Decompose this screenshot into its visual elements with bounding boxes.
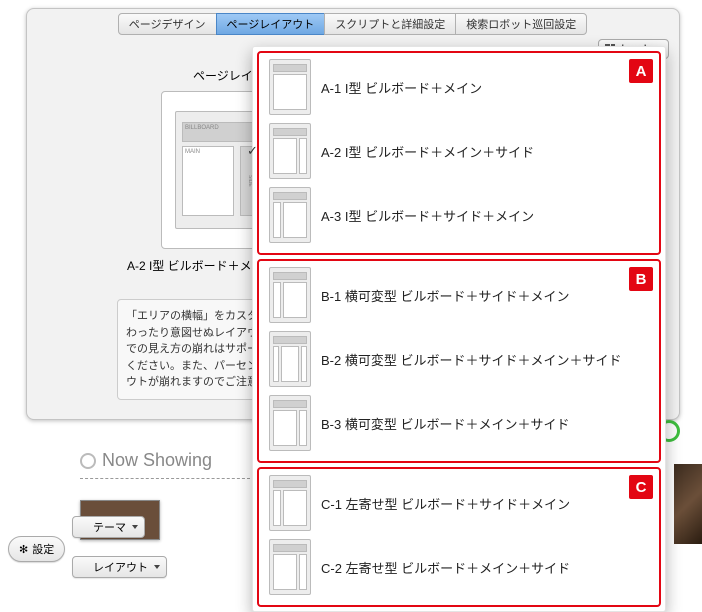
layout-option[interactable]: A-3 I型 ビルボード＋サイド＋メイン	[263, 183, 655, 247]
checkmark-icon: ✓	[247, 143, 258, 159]
layout-dropdown: AA-1 I型 ビルボード＋メイン✓A-2 I型 ビルボード＋メイン＋サイドA-…	[252, 46, 666, 612]
option-label: B-3 横可変型 ビルボード＋メイン＋サイド	[321, 414, 569, 433]
tab-script[interactable]: スクリプトと詳細設定	[324, 13, 456, 35]
theme-button[interactable]: テーマ	[72, 516, 145, 538]
settings-button[interactable]: ✻ 設定	[8, 536, 65, 562]
main-area: MAIN	[182, 146, 234, 216]
layout-option[interactable]: B-2 横可変型 ビルボード＋サイド＋メイン＋サイド	[263, 327, 655, 391]
option-thumbnail	[269, 187, 311, 243]
note-text: 「エリアの横幅」をカスタマ わったり意図せぬレイアウト での見え方の崩れはサポー…	[126, 310, 269, 388]
option-thumbnail	[269, 539, 311, 595]
divider	[80, 478, 250, 479]
option-label: B-2 横可変型 ビルボード＋サイド＋メイン＋サイド	[321, 350, 621, 369]
theme-label: テーマ	[93, 519, 126, 535]
tab-design[interactable]: ページデザイン	[118, 13, 217, 35]
option-label: C-2 左寄せ型 ビルボード＋メイン＋サイド	[321, 558, 570, 577]
settings-label: 設定	[32, 541, 54, 557]
caret-down-icon	[154, 565, 160, 569]
gear-icon: ✻	[19, 543, 28, 556]
layout-group: AA-1 I型 ビルボード＋メイン✓A-2 I型 ビルボード＋メイン＋サイドA-…	[257, 51, 661, 255]
option-label: A-1 I型 ビルボード＋メイン	[321, 78, 482, 97]
option-label: C-1 左寄せ型 ビルボード＋サイド＋メイン	[321, 494, 570, 513]
layout-option[interactable]: ✓A-2 I型 ビルボード＋メイン＋サイド	[263, 119, 655, 183]
tab-layout[interactable]: ページレイアウト	[216, 13, 326, 35]
layout-option[interactable]: C-1 左寄せ型 ビルボード＋サイド＋メイン	[263, 471, 655, 535]
photo-thumbnail-right	[674, 464, 702, 544]
layout-option[interactable]: B-3 横可変型 ビルボード＋メイン＋サイド	[263, 391, 655, 455]
layout-button[interactable]: レイアウト	[72, 556, 167, 578]
option-label: A-3 I型 ビルボード＋サイド＋メイン	[321, 206, 534, 225]
layout-thumbnail: BILLBOARD MAIN SIDE	[175, 111, 261, 229]
layout-group: BB-1 横可変型 ビルボード＋サイド＋メインB-2 横可変型 ビルボード＋サイ…	[257, 259, 661, 463]
layout-option[interactable]: A-1 I型 ビルボード＋メイン	[263, 55, 655, 119]
option-thumbnail	[269, 331, 311, 387]
option-label: A-2 I型 ビルボード＋メイン＋サイド	[321, 142, 534, 161]
billboard-area: BILLBOARD	[182, 122, 254, 142]
option-thumbnail	[269, 475, 311, 531]
tab-robot[interactable]: 検索ロボット巡回設定	[455, 13, 587, 35]
option-thumbnail	[269, 123, 311, 179]
now-showing-label: Now Showing	[102, 450, 212, 471]
layout-btn-label: レイアウト	[93, 559, 148, 575]
option-thumbnail	[269, 267, 311, 323]
circle-icon	[80, 453, 96, 469]
layout-group: CC-1 左寄せ型 ビルボード＋サイド＋メインC-2 左寄せ型 ビルボード＋メイ…	[257, 467, 661, 607]
now-showing-heading: Now Showing	[80, 450, 212, 471]
option-thumbnail	[269, 395, 311, 451]
option-label: B-1 横可変型 ビルボード＋サイド＋メイン	[321, 286, 569, 305]
option-thumbnail	[269, 59, 311, 115]
layout-option[interactable]: B-1 横可変型 ビルボード＋サイド＋メイン	[263, 263, 655, 327]
layout-option[interactable]: C-2 左寄せ型 ビルボード＋メイン＋サイド	[263, 535, 655, 599]
caret-down-icon	[132, 525, 138, 529]
tab-bar: ページデザイン ページレイアウト スクリプトと詳細設定 検索ロボット巡回設定	[27, 7, 679, 35]
